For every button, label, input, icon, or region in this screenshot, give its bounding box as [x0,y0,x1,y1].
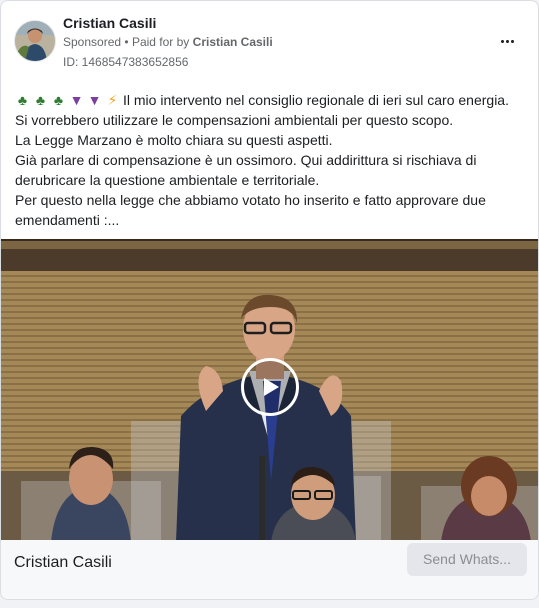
more-horizontal-icon [500,39,504,43]
high-voltage-icon: ⚡ [107,92,118,108]
send-whatsapp-button[interactable]: Send Whats... [407,543,527,576]
ad-body-text: ♣ ♣ ♣ ▼ ▼ ⚡ Il mio intervento nel consiglio re… [15,90,527,230]
more-dot [510,39,514,43]
library-id: ID: 1468547383652856 [63,55,189,69]
body-line-7: emendamenti :... [15,212,120,228]
ad-footer: Cristian Casili Send Whats... [1,540,538,599]
footer-page-name[interactable]: Cristian Casili [14,554,112,572]
body-line-1: ♣ ♣ ♣ ▼ ▼ ⚡ Il mio intervento nel consiglio re… [15,90,527,110]
sponsored-label: Sponsored [63,35,122,49]
ad-card: Cristian Casili Sponsored • Paid for by … [0,0,539,600]
separator-dot: • [124,35,129,49]
body-line-5: derubricare la questione ambientale e te… [15,172,320,188]
play-button[interactable] [241,358,299,416]
avatar[interactable] [14,20,56,62]
body-line-2: Si vorrebbero utilizzare le compensazion… [15,112,454,128]
ad-header: Cristian Casili Sponsored • Paid for by … [1,1,538,81]
body-line-6: Per questo nella legge che abbiamo votat… [15,192,486,208]
grapes-icon: ▼ [69,92,84,108]
tree-icon: ♣ [17,92,28,108]
advertiser-name[interactable]: Cristian Casili [63,15,156,31]
tree-icon: ♣ [53,92,64,108]
paid-for-by-name: Cristian Casili [192,35,273,49]
tree-icon: ♣ [35,92,46,108]
more-options-button[interactable] [495,29,519,53]
play-icon [264,378,279,396]
body-text-line: Il mio intervento nel consiglio regional… [123,92,509,108]
more-dot [505,39,509,43]
body-line-3: La Legge Marzano è molto chiara su quest… [15,132,333,148]
body-line-4: Già parlare di compensazione è un ossimo… [15,152,477,168]
sponsored-line: Sponsored • Paid for by Cristian Casili [63,35,273,49]
grapes-icon: ▼ [87,92,102,108]
paid-for-by-label: Paid for by [131,35,190,49]
